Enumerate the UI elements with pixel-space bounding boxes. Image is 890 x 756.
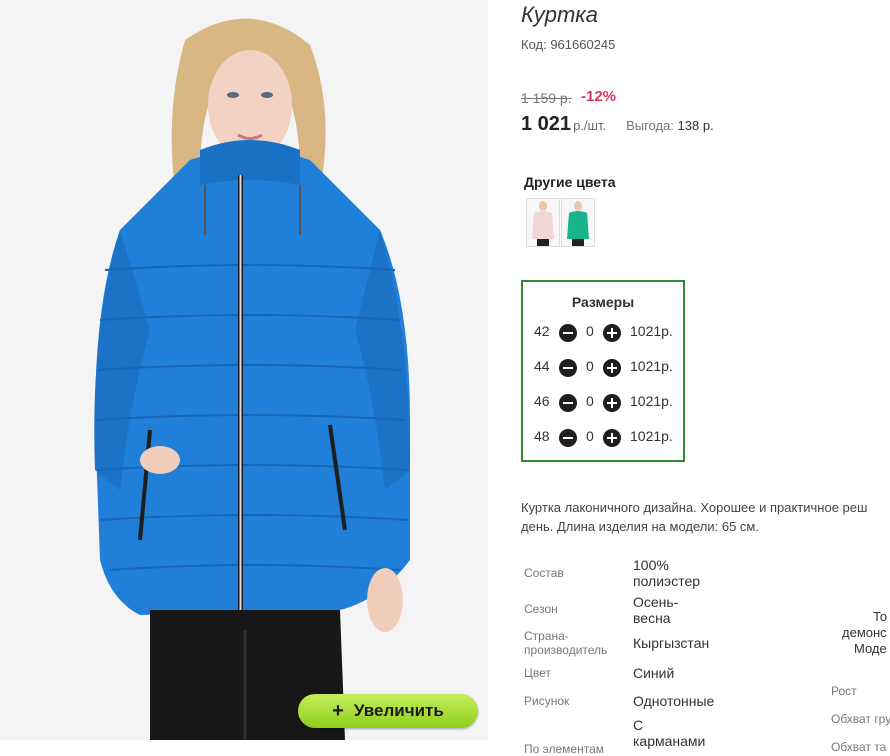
size-value: 42 (534, 323, 550, 339)
benefit: Выгода: 138 р. (626, 118, 714, 133)
spec-value: Кыргызстан (633, 635, 710, 651)
right-spec-label: Обхват гру (831, 712, 890, 726)
size-qty: 0 (586, 393, 594, 409)
zoom-button-label: Увеличить (353, 701, 444, 720)
size-price: 1021р. (630, 393, 673, 409)
size-price: 1021р. (630, 428, 673, 444)
spec-label: Сезон (524, 602, 558, 616)
product-photo[interactable]: + Увеличить (0, 0, 488, 740)
size-qty: 0 (586, 323, 594, 339)
size-value: 46 (534, 393, 550, 409)
product-code: Код: 961660245 (521, 37, 616, 52)
old-price: 1 159 р. (521, 90, 572, 106)
price-unit: р./шт. (573, 118, 607, 133)
spec-label: Состав (524, 566, 564, 580)
benefit-value: 138 р. (677, 118, 714, 133)
spec-label: Рисунок (524, 694, 570, 708)
size-qty: 0 (586, 428, 594, 444)
size-value: 48 (534, 428, 550, 444)
discount-badge: -12% (581, 88, 617, 105)
size-value: 44 (534, 358, 550, 374)
description-line: Куртка лаконичного дизайна. Хорошее и пр… (521, 500, 868, 515)
sizes-title: Размеры (571, 294, 635, 310)
spec-value: Синий (633, 665, 675, 681)
spec-value: С карманами (633, 717, 706, 749)
right-spec-value: То (873, 609, 888, 624)
description-line: день. Длина изделия на модели: 65 см. (521, 519, 759, 534)
right-spec-label: Рост (831, 684, 857, 698)
plus-icon[interactable] (603, 429, 621, 447)
spec-label: Цвет (524, 666, 551, 680)
plus-icon[interactable] (603, 394, 621, 412)
right-spec-value: демонс (842, 625, 887, 640)
zoom-button[interactable]: + Увеличить (298, 694, 478, 728)
size-price: 1021р. (630, 358, 673, 374)
spec-value: Однотонные (633, 693, 715, 709)
minus-icon[interactable] (559, 429, 577, 447)
spec-value: 100% полиэстер (633, 557, 701, 589)
color-swatch-green[interactable] (561, 198, 595, 247)
jacket-model-image (0, 0, 488, 740)
right-spec-value: Моде (854, 641, 887, 656)
plus-icon[interactable] (603, 324, 621, 342)
other-colors-title: Другие цвета (524, 174, 616, 190)
plus-icon: + (332, 699, 344, 722)
benefit-label: Выгода: (626, 118, 674, 133)
jacket-thumbnail-icon (532, 201, 554, 246)
minus-icon[interactable] (559, 359, 577, 377)
minus-icon[interactable] (559, 324, 577, 342)
right-spec-label: Обхват та (831, 740, 887, 754)
size-qty: 0 (586, 358, 594, 374)
color-swatch-light-pink[interactable] (526, 198, 560, 247)
spec-label: Страна-производитель (524, 629, 608, 657)
size-price: 1021р. (630, 323, 673, 339)
spec-value: Осень-весна (633, 594, 679, 626)
product-title: Куртка (521, 2, 598, 27)
product-description: Куртка лаконичного дизайна. Хорошее и пр… (521, 498, 890, 536)
sizes-box: Размеры 42 0 1021р. 44 0 1021р. 46 0 102… (521, 280, 685, 462)
plus-icon[interactable] (603, 359, 621, 377)
price-row: 1 021 р./шт. Выгода: 138 р. (521, 113, 714, 136)
jacket-thumbnail-icon (567, 201, 589, 246)
minus-icon[interactable] (559, 394, 577, 412)
current-price: 1 021 (521, 113, 572, 135)
